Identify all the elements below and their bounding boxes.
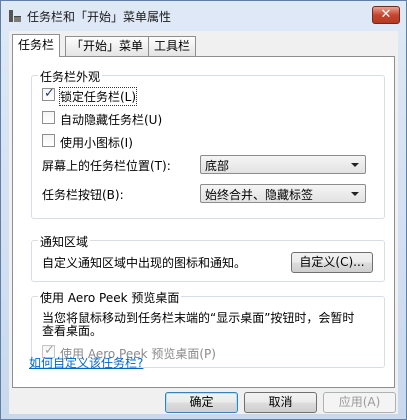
small-icons-check-box[interactable] <box>42 134 55 147</box>
location-label: 屏幕上的任务栏位置(T): <box>42 159 171 173</box>
apply-button[interactable]: 应用(A) <box>323 392 396 413</box>
taskbar-tab-panel: 任务栏外观 锁定任务栏(L) 自动隐藏任务栏(U) 使用小图标(I) 屏幕上的任… <box>12 56 395 388</box>
tab-toolbars[interactable]: 工具栏 <box>148 36 197 56</box>
dialog-body: 任务栏 「开始」菜单 工具栏 任务栏外观 锁定任务栏(L) 自动隐藏任务栏(U) <box>9 31 398 414</box>
chevron-down-icon <box>351 192 359 196</box>
buttons-value: 始终合并、隐藏标签 <box>205 188 314 202</box>
tab-start-menu[interactable]: 「开始」菜单 <box>65 36 150 56</box>
taskbar-app-icon <box>9 10 21 22</box>
cancel-button[interactable]: 取消 <box>244 392 317 413</box>
tab-taskbar[interactable]: 任务栏 <box>12 34 61 57</box>
appearance-group: 任务栏外观 锁定任务栏(L) 自动隐藏任务栏(U) 使用小图标(I) 屏幕上的任… <box>31 68 385 219</box>
close-button[interactable]: ✕ <box>372 6 400 24</box>
title-bar[interactable]: 任务栏和「开始」菜单属性 ✕ <box>1 1 406 31</box>
location-dropdown[interactable]: 底部 <box>200 155 366 174</box>
lock-taskbar-label: 锁定任务栏(L) <box>58 87 138 106</box>
lock-taskbar-check-box[interactable] <box>42 86 55 101</box>
window-title: 任务栏和「开始」菜单属性 <box>27 10 172 24</box>
location-value: 底部 <box>205 159 230 173</box>
autohide-taskbar-checkbox[interactable]: 自动隐藏任务栏(U) <box>42 110 222 127</box>
notification-group: 通知区域 自定义通知区域中出现的图标和通知。 自定义(C)... <box>31 233 385 282</box>
cancel-button-label: 取消 <box>268 395 293 409</box>
tab-toolbars-label: 工具栏 <box>154 39 191 53</box>
small-icons-label: 使用小图标(I) <box>60 136 133 150</box>
tab-taskbar-label: 任务栏 <box>18 38 55 52</box>
chevron-down-icon <box>351 163 359 167</box>
notification-description: 自定义通知区域中出现的图标和通知。 <box>42 256 247 270</box>
ok-button-label: 确定 <box>189 395 214 409</box>
appearance-legend: 任务栏外观 <box>38 68 103 85</box>
notification-legend: 通知区域 <box>38 233 91 250</box>
aero-peek-description-2: 查看桌面。 <box>42 324 103 338</box>
apply-button-label: 应用(A) <box>338 395 381 409</box>
tab-start-menu-label: 「开始」菜单 <box>71 39 144 53</box>
ok-button[interactable]: 确定 <box>165 392 238 413</box>
buttons-label: 任务栏按钮(B): <box>42 188 124 202</box>
close-icon: ✕ <box>380 7 392 22</box>
autohide-check-box[interactable] <box>42 111 55 124</box>
properties-dialog: 任务栏和「开始」菜单属性 ✕ 任务栏 「开始」菜单 工具栏 任务栏外观 锁定任务… <box>0 0 407 420</box>
buttons-dropdown[interactable]: 始终合并、隐藏标签 <box>200 184 366 203</box>
lock-taskbar-checkbox[interactable]: 锁定任务栏(L) <box>42 86 202 106</box>
customize-button-label: 自定义(C)... <box>299 255 365 269</box>
autohide-label: 自动隐藏任务栏(U) <box>60 113 163 127</box>
small-icons-checkbox[interactable]: 使用小图标(I) <box>42 133 202 150</box>
aero-peek-legend: 使用 Aero Peek 预览桌面 <box>38 289 182 306</box>
help-link[interactable]: 如何自定义该任务栏? <box>29 354 143 371</box>
customize-button[interactable]: 自定义(C)... <box>291 252 373 273</box>
